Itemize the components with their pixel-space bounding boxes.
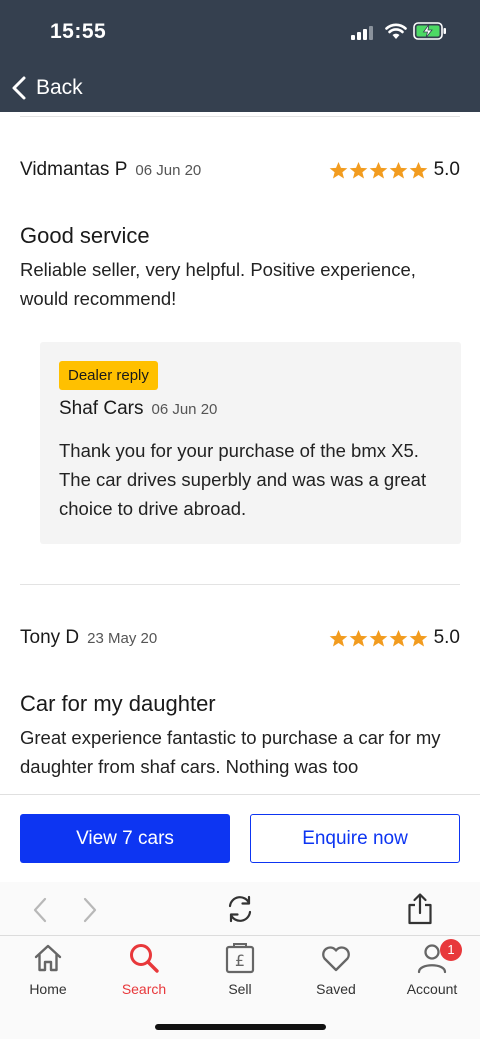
review-body: Great experience fantastic to purchase a…	[20, 727, 441, 777]
star-rating: 5.0	[329, 627, 460, 649]
rating-score: 5.0	[433, 627, 460, 648]
reviews-list[interactable]: Vidmantas P 06 Jun 20 5.0 Good service Re…	[0, 112, 480, 794]
star-rating: 5.0	[329, 159, 460, 181]
star-icon	[389, 161, 407, 178]
dealer-reply: Dealer reply Shaf Cars 06 Jun 20 Thank yo…	[40, 342, 461, 544]
tab-home[interactable]: Home	[0, 942, 96, 1000]
divider	[20, 584, 460, 585]
action-bar: View 7 cars Enquire now	[0, 794, 480, 882]
tab-saved[interactable]: Saved	[288, 942, 384, 1000]
back-label: Back	[36, 76, 83, 99]
rating-score: 5.0	[433, 159, 460, 180]
review-header: Vidmantas P 06 Jun 20 5.0	[20, 159, 460, 187]
reply-text: Thank you for your purchase of the bmx X…	[59, 440, 427, 519]
heart-icon	[322, 946, 350, 972]
browser-forward-icon[interactable]	[80, 896, 100, 924]
tab-account[interactable]: 1 Account	[384, 939, 480, 1000]
review-date: 23 May 20	[87, 630, 158, 647]
chevron-left-icon	[12, 76, 26, 100]
tab-label: Search	[121, 981, 167, 997]
review-header: Tony D 23 May 20 5.0	[20, 627, 460, 655]
back-button[interactable]: Back	[10, 70, 83, 106]
share-icon[interactable]	[406, 892, 434, 926]
star-icon	[409, 161, 427, 178]
divider	[20, 116, 460, 117]
review-title: Car for my daughter	[20, 691, 216, 716]
wifi-icon	[385, 23, 407, 39]
star-icon	[389, 629, 407, 646]
stars	[329, 629, 428, 648]
status-bar: 15:55	[0, 0, 480, 64]
review-title: Good service	[20, 223, 150, 248]
star-icon	[369, 629, 387, 646]
star-icon	[349, 161, 367, 178]
reply-date: 06 Jun 20	[151, 401, 218, 418]
enquire-now-button[interactable]: Enquire now	[250, 814, 460, 863]
home-icon	[34, 944, 62, 972]
review-date: 06 Jun 20	[135, 162, 202, 179]
tab-label: Home	[29, 981, 67, 997]
star-icon	[349, 629, 367, 646]
dealer-reply-header: Shaf Cars 06 Jun 20	[59, 398, 217, 420]
pound-tag-icon: £	[225, 943, 255, 974]
browser-toolbar	[0, 882, 480, 936]
refresh-icon[interactable]	[225, 894, 255, 924]
home-indicator	[155, 1024, 326, 1030]
reviewer-name: Tony D	[20, 627, 80, 648]
notification-badge: 1	[440, 939, 462, 961]
review-body: Reliable seller, very helpful. Positive …	[20, 259, 416, 309]
bottom-tab-bar: Home Search £ Sell Saved 1 Account	[0, 936, 480, 1039]
star-icon	[409, 629, 427, 646]
star-icon	[329, 161, 347, 178]
reviewer-name: Vidmantas P	[20, 159, 128, 180]
tab-sell[interactable]: £ Sell	[192, 942, 288, 1000]
tab-search[interactable]: Search	[96, 942, 192, 1000]
tab-label: Saved	[316, 981, 356, 997]
cellular-signal-icon	[351, 26, 373, 40]
search-icon	[130, 944, 159, 973]
battery-charging-icon	[413, 22, 446, 40]
view-cars-button[interactable]: View 7 cars	[20, 814, 230, 863]
dealer-name: Shaf Cars	[59, 398, 144, 419]
stars	[329, 161, 428, 180]
svg-text:£: £	[235, 951, 245, 970]
dealer-reply-badge: Dealer reply	[59, 361, 158, 390]
tab-label: Sell	[228, 981, 252, 997]
tab-label: Account	[406, 981, 458, 997]
star-icon	[329, 629, 347, 646]
navigation-bar: Back	[0, 64, 480, 112]
star-icon	[369, 161, 387, 178]
status-time: 15:55	[50, 20, 107, 43]
browser-back-icon[interactable]	[30, 896, 50, 924]
